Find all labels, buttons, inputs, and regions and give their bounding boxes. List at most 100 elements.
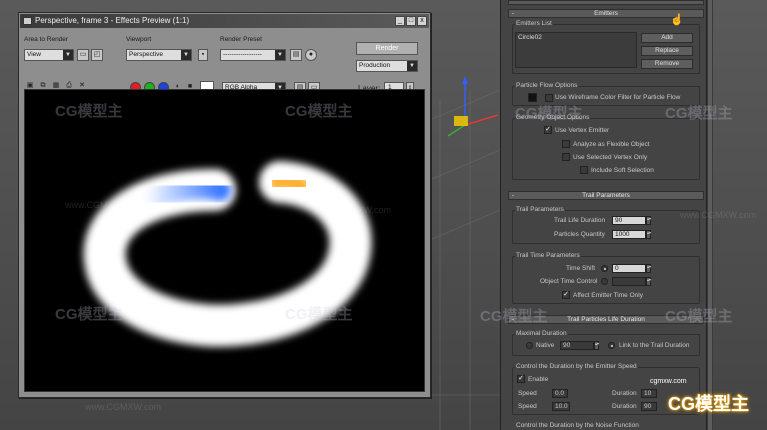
watermark-url: www.CGMXW.com — [65, 200, 142, 210]
max-duration-input[interactable]: 90 — [641, 402, 657, 411]
effects-preview-window[interactable]: Perspective, frame 3 - Effects Preview (… — [18, 12, 431, 412]
close-button[interactable]: x — [417, 16, 427, 26]
watermark-url: www.CGMXW.com — [85, 402, 162, 412]
object-time-control-radio[interactable] — [601, 278, 608, 285]
min-speed-label: Speed — [518, 390, 537, 397]
preview-titlebar[interactable]: Perspective, frame 3 - Effects Preview (… — [20, 14, 429, 28]
area-to-render-label: Area to Render — [24, 36, 69, 43]
particles-quantity-label: Particles Quantity — [554, 231, 605, 238]
viewport-dropdown[interactable]: Perspective ▼ — [126, 49, 192, 61]
collapse-icon: - — [512, 192, 515, 199]
production-dropdown[interactable]: Production ▼ — [356, 60, 418, 72]
edit-region-icon[interactable]: ▭ — [77, 49, 89, 61]
affect-emitter-time-label: Affect Emitter Time Only — [573, 292, 643, 299]
trail-parameters-group — [512, 210, 700, 244]
chevron-down-icon: ▼ — [63, 50, 73, 60]
rendered-trail-image — [83, 161, 372, 347]
affect-emitter-time-checkbox[interactable]: ✓ — [562, 291, 570, 299]
replace-button[interactable]: Replace — [641, 46, 693, 56]
spinner-arrows-icon[interactable]: ▴▾ — [646, 264, 651, 273]
trail-life-duration-label: Trail Life Duration — [554, 217, 606, 224]
object-time-control-label: Object Time Control — [540, 278, 598, 285]
native-duration-input[interactable]: 90 — [560, 341, 594, 350]
enable-label: Enable — [528, 376, 549, 383]
maximize-button[interactable]: □ — [406, 16, 416, 26]
render-preset-dropdown[interactable]: ------------------ ▼ — [220, 49, 286, 61]
chevron-down-icon: ▼ — [181, 50, 191, 60]
control-emitter-speed-label: Control the Duration by the Emitter Spee… — [515, 363, 638, 370]
lock-view-icon[interactable]: ▪ — [198, 49, 208, 61]
link-to-trail-radio[interactable] — [608, 342, 615, 349]
watermark-logo: CG模型主 — [665, 308, 733, 325]
production-value: Production — [359, 62, 391, 69]
control-noise-label: Control the Duration by the Noise Functi… — [515, 422, 640, 429]
emitters-list-label: Emitters List — [515, 20, 553, 27]
collapse-icon: - — [512, 10, 515, 17]
rollout-trail-parameters[interactable]: - Trail Parameters — [508, 191, 704, 200]
trail-parameters-label: Trail Parameters — [515, 206, 565, 213]
watermark-logo: CG模型主 — [515, 105, 583, 122]
analyze-flexible-label: Analyze as Flexible Object — [573, 141, 650, 148]
analyze-flexible-checkbox[interactable] — [562, 140, 570, 148]
brand-logo: CG模型主 — [668, 394, 749, 414]
render-preset-label: Render Preset — [220, 36, 262, 43]
use-selected-vertex-checkbox[interactable] — [562, 153, 570, 161]
spinner-arrows-icon[interactable]: ▴▾ — [594, 341, 599, 350]
spinner-arrows-icon[interactable]: ▴▾ — [646, 277, 651, 286]
native-label: Native — [536, 342, 555, 349]
add-button[interactable]: Add — [641, 33, 693, 43]
min-speed-input[interactable]: 0.0 — [552, 389, 568, 398]
list-item[interactable]: Circle02 — [518, 34, 634, 41]
viewport-label: Viewport — [126, 36, 152, 43]
viewport-value: Perspective — [129, 51, 163, 58]
watermark-logo: CG模型主 — [55, 306, 123, 323]
render-output-area[interactable]: CG模型主 CG模型主 www.CGMXW.com www.CGMXW.com … — [24, 89, 425, 412]
maximal-duration-label: Maximal Duration — [515, 330, 568, 337]
max-speed-label: Speed — [518, 403, 537, 410]
watermark-url: www.CGMXW.com — [680, 210, 757, 220]
preview-title: Perspective, frame 3 - Effects Preview (… — [35, 16, 190, 25]
native-radio[interactable] — [526, 342, 533, 349]
render-preset-value: ------------------ — [223, 51, 262, 58]
use-vertex-emitter-checkbox[interactable]: ✓ — [544, 126, 552, 134]
render-button[interactable]: Render — [356, 42, 418, 55]
spinner-arrows-icon[interactable]: ▴▾ — [646, 230, 651, 239]
auto-region-icon[interactable]: ◰ — [91, 49, 103, 61]
render-setup-icon[interactable]: ▤ — [290, 49, 302, 61]
watermark-logo: CG模型主 — [285, 103, 353, 120]
environment-icon[interactable]: ● — [305, 49, 317, 61]
link-to-trail-label: Link to the Trail Duration — [619, 342, 690, 349]
chevron-down-icon: ▼ — [275, 50, 285, 60]
use-selected-vertex-label: Use Selected Vertex Only — [573, 154, 648, 161]
use-wireframe-color-checkbox[interactable] — [545, 94, 553, 102]
enable-checkbox[interactable]: ✓ — [517, 375, 525, 383]
rollout-top-edge — [508, 0, 704, 5]
object-time-control-input[interactable] — [612, 277, 646, 286]
watermark-logo: CG模型主 — [55, 103, 123, 120]
max-speed-input[interactable]: 10.0 — [552, 402, 570, 411]
time-shift-radio[interactable] — [601, 265, 608, 272]
rollout-title: Trail Particles Life Duration — [567, 316, 645, 323]
hand-cursor-icon: ☝ — [670, 14, 684, 26]
time-shift-label: Time Shift — [566, 265, 596, 272]
minimize-button[interactable]: _ — [395, 16, 405, 26]
wireframe-color-swatch[interactable] — [528, 93, 537, 102]
particles-quantity-input[interactable]: 1000 — [612, 230, 646, 239]
emitters-listbox[interactable]: Circle02 — [515, 32, 637, 68]
area-to-render-dropdown[interactable]: View ▼ — [24, 49, 74, 61]
include-soft-selection-label: Include Soft Selection — [591, 167, 654, 174]
time-shift-input[interactable]: 0 — [612, 264, 646, 273]
rollout-title: Emitters — [594, 10, 618, 17]
spinner-arrows-icon[interactable]: ▴▾ — [646, 216, 651, 225]
min-duration-input[interactable]: 10 — [641, 389, 657, 398]
transform-gizmo-icon[interactable] — [440, 70, 500, 160]
remove-button[interactable]: Remove — [641, 59, 693, 69]
trail-life-duration-input[interactable]: 90 — [612, 216, 646, 225]
watermark-logo: CG模型主 — [285, 306, 353, 323]
area-to-render-value: View — [27, 51, 41, 58]
watermark-logo: CG模型主 — [480, 308, 548, 325]
use-vertex-emitter-label: Use Vertex Emitter — [555, 127, 610, 134]
max-duration-label: Duration — [612, 403, 637, 410]
min-duration-label: Duration — [612, 390, 637, 397]
include-soft-selection-checkbox[interactable] — [580, 166, 588, 174]
